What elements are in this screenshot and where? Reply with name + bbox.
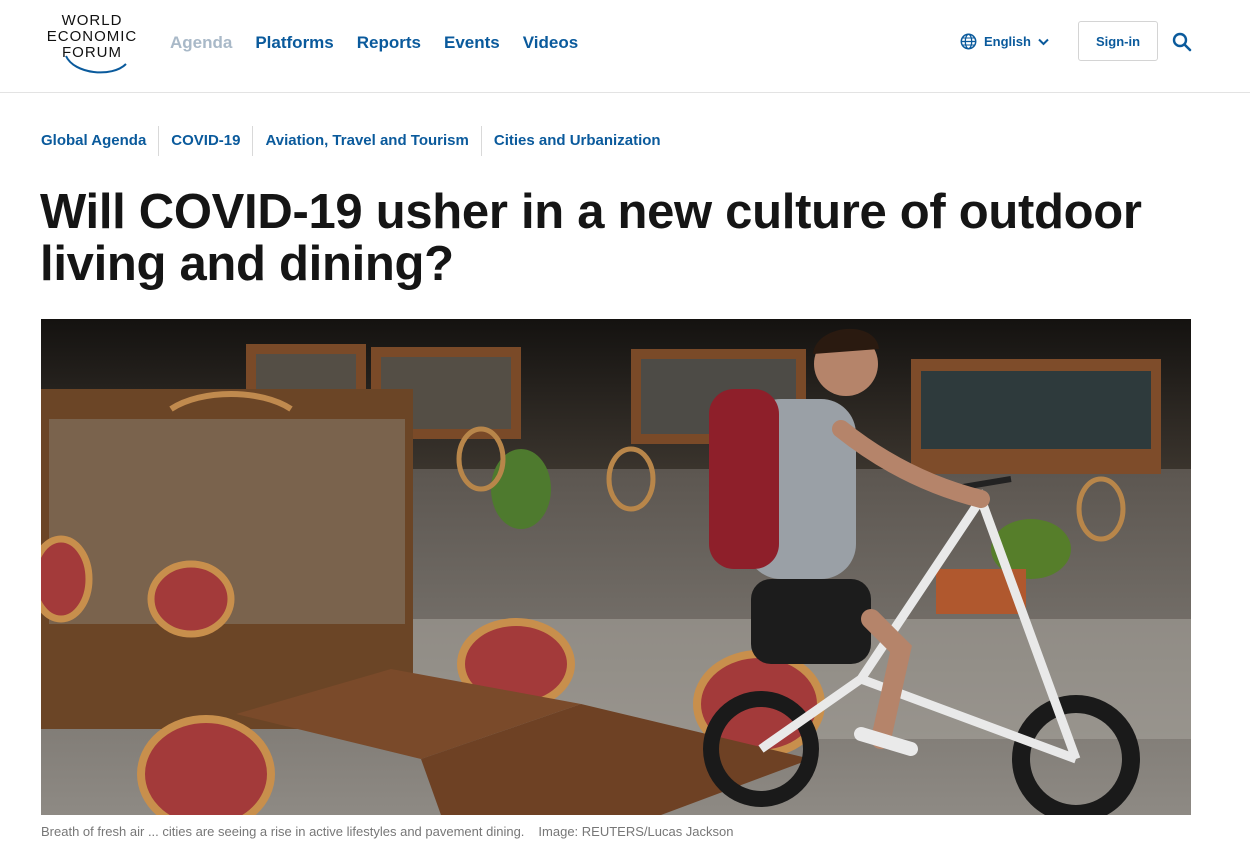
hero-image	[41, 319, 1191, 815]
globe-icon	[960, 33, 977, 50]
wef-logo[interactable]: WORLD ECONOMIC FORUM	[38, 12, 146, 76]
main-nav: Agenda Platforms Reports Events Videos	[170, 32, 601, 54]
image-caption: Breath of fresh air ... cities are seein…	[41, 824, 734, 839]
nav-reports[interactable]: Reports	[357, 32, 421, 54]
nav-events[interactable]: Events	[444, 32, 500, 54]
hero-photo-illustration	[41, 319, 1191, 815]
nav-platforms[interactable]: Platforms	[255, 32, 333, 54]
topic-tags: Global Agenda COVID-19 Aviation, Travel …	[41, 126, 673, 156]
search-icon[interactable]	[1172, 32, 1192, 52]
image-credit: Image: REUTERS/Lucas Jackson	[538, 824, 734, 839]
chevron-down-icon	[1038, 38, 1049, 45]
nav-videos[interactable]: Videos	[523, 32, 578, 54]
logo-swoosh-icon	[65, 55, 127, 74]
topic-tag-global-agenda[interactable]: Global Agenda	[41, 126, 158, 156]
topic-tag-covid-19[interactable]: COVID-19	[158, 126, 252, 156]
nav-agenda[interactable]: Agenda	[170, 32, 232, 54]
caption-text: Breath of fresh air ... cities are seein…	[41, 824, 525, 839]
language-label: English	[984, 34, 1031, 49]
sign-in-button[interactable]: Sign-in	[1078, 21, 1158, 61]
site-header: WORLD ECONOMIC FORUM Agenda Platforms Re…	[0, 0, 1250, 93]
language-selector[interactable]: English	[960, 33, 1049, 50]
article-title: Will COVID-19 usher in a new culture of …	[40, 185, 1142, 291]
topic-tag-aviation-travel-tourism[interactable]: Aviation, Travel and Tourism	[252, 126, 480, 156]
topic-tag-cities-urbanization[interactable]: Cities and Urbanization	[480, 126, 673, 156]
